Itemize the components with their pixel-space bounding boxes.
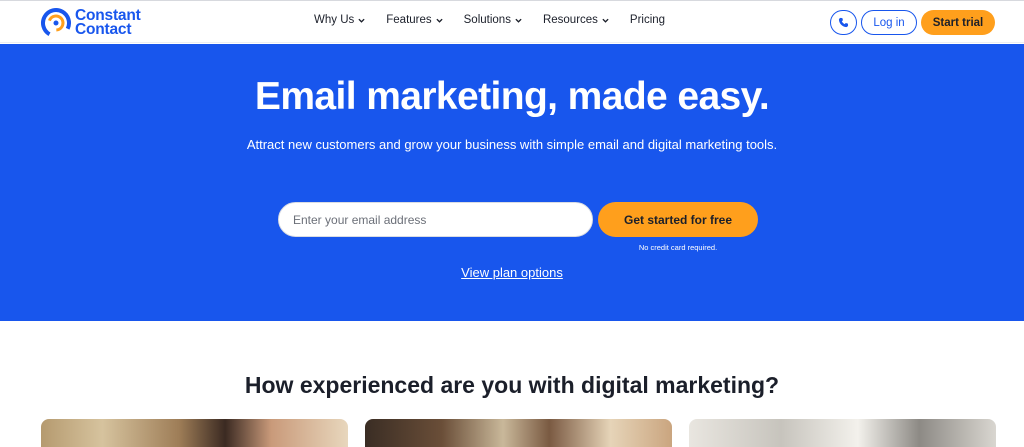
logo-mark-icon: [41, 8, 71, 38]
view-plan-options-link[interactable]: View plan options: [0, 265, 1024, 280]
nav-label: Resources: [542, 14, 598, 26]
nav-label: Features: [386, 14, 432, 26]
no-credit-card-note: No credit card required.: [638, 243, 718, 252]
phone-button[interactable]: [830, 10, 857, 35]
nav-label: Pricing: [629, 14, 666, 26]
nav-why-us[interactable]: Why Us: [314, 14, 365, 26]
chevron-down-icon: [602, 17, 609, 24]
nav-label: Why Us: [314, 14, 355, 26]
constant-contact-logo[interactable]: Constant Contact: [40, 7, 141, 39]
logo-text-line2: Contact: [75, 21, 132, 38]
hero-subtitle: Attract new customers and grow your busi…: [246, 137, 778, 152]
experience-card-image-3[interactable]: [689, 419, 996, 447]
chevron-down-icon: [515, 17, 522, 24]
hero-title: Email marketing, made easy.: [254, 75, 770, 118]
phone-icon: [838, 17, 849, 28]
nav-resources[interactable]: Resources: [543, 14, 609, 26]
top-navigation-bar: Constant Contact Why Us Features Solutio…: [0, 0, 1024, 43]
nav-pricing[interactable]: Pricing: [630, 14, 665, 26]
chevron-down-icon: [358, 17, 365, 24]
experience-card-image-1[interactable]: [41, 419, 348, 447]
email-placeholder: Enter your email address: [293, 212, 427, 227]
main-nav: Why Us Features Solutions Resources Pric…: [314, 14, 686, 26]
hero-section: Email marketing, made easy. Attract new …: [0, 44, 1024, 321]
login-button[interactable]: Log in: [861, 10, 917, 35]
email-input[interactable]: Enter your email address: [278, 202, 593, 237]
get-started-button[interactable]: Get started for free: [598, 202, 758, 237]
logo-wordmark: Constant Contact: [75, 8, 141, 38]
nav-solutions[interactable]: Solutions: [464, 14, 522, 26]
nav-features[interactable]: Features: [386, 14, 443, 26]
nav-label: Solutions: [463, 14, 511, 26]
experience-card-image-2[interactable]: [365, 419, 672, 447]
chevron-down-icon: [436, 17, 443, 24]
start-trial-button[interactable]: Start trial: [921, 10, 995, 35]
experience-section-title: How experienced are you with digital mar…: [244, 372, 780, 398]
